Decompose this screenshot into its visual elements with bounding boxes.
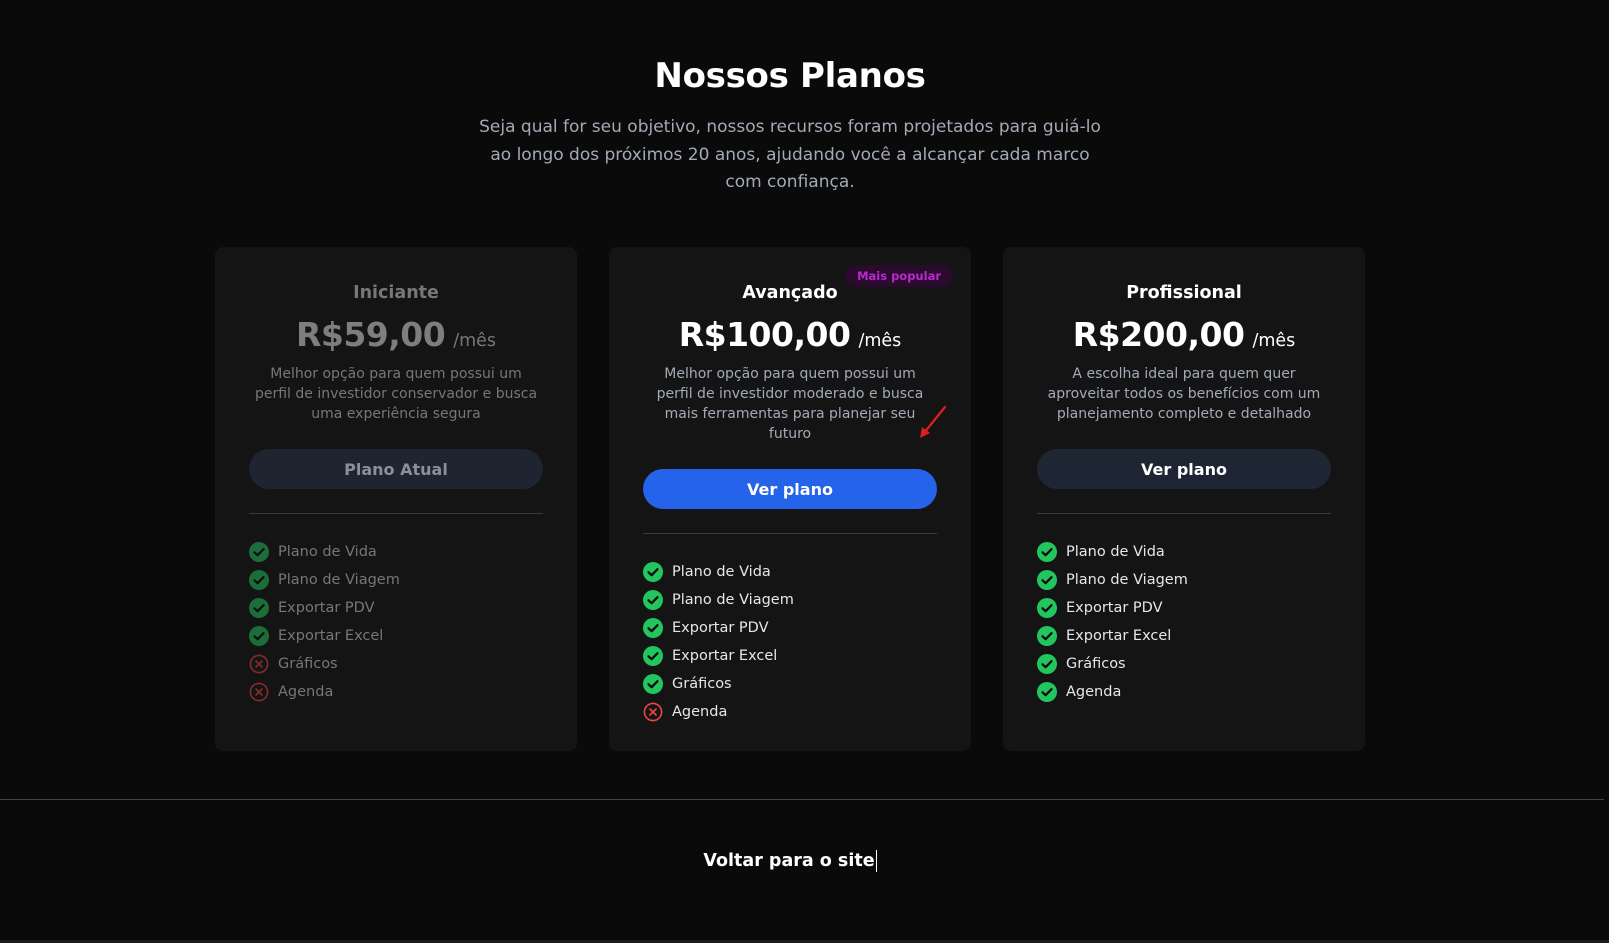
back-to-site-link[interactable]: Voltar para o site xyxy=(0,850,1580,872)
pricing-cards: Iniciante R$59,00 /mês Melhor opção para… xyxy=(215,247,1365,751)
feature-list: Plano de Vida Plano de Viagem Exportar PDV… xyxy=(249,538,543,706)
page-header: Nossos Planos Seja qual for seu objetivo… xyxy=(0,56,1580,197)
price-period: /mês xyxy=(858,331,902,351)
feature-label: Agenda xyxy=(278,684,334,700)
check-circle-icon xyxy=(643,618,663,638)
feature-item: Exportar Excel xyxy=(1037,622,1331,650)
feature-label: Plano de Viagem xyxy=(672,592,794,608)
check-circle-icon xyxy=(1037,626,1057,646)
feature-item: Agenda xyxy=(643,698,937,726)
price-period: /mês xyxy=(1252,331,1296,351)
feature-item: Agenda xyxy=(1037,678,1331,706)
feature-list: Plano de Vida Plano de Viagem Exportar PDV… xyxy=(1037,538,1331,706)
x-circle-icon xyxy=(643,702,663,722)
card-divider xyxy=(643,533,937,534)
view-plan-button-avancado[interactable]: Ver plano xyxy=(643,469,937,509)
plan-price: R$200,00 xyxy=(1072,315,1245,354)
feature-label: Gráficos xyxy=(1066,656,1126,672)
check-circle-icon xyxy=(249,570,269,590)
plan-description: Melhor opção para quem possui um perfil … xyxy=(254,366,538,422)
plan-name: Profissional xyxy=(1126,283,1242,303)
feature-item: Plano de Viagem xyxy=(249,566,543,594)
feature-label: Exportar Excel xyxy=(1066,628,1172,644)
feature-item: Gráficos xyxy=(1037,650,1331,678)
feature-item: Exportar PDV xyxy=(249,594,543,622)
feature-item: Plano de Viagem xyxy=(643,586,937,614)
feature-label: Plano de Vida xyxy=(278,544,377,560)
check-circle-icon xyxy=(1037,542,1057,562)
check-circle-icon xyxy=(643,646,663,666)
plan-price: R$59,00 xyxy=(295,315,446,354)
feature-label: Plano de Vida xyxy=(1066,544,1165,560)
price-row: R$200,00 /mês xyxy=(1037,315,1331,354)
feature-item: Exportar PDV xyxy=(643,614,937,642)
check-circle-icon xyxy=(249,598,269,618)
feature-label: Plano de Viagem xyxy=(278,572,400,588)
feature-label: Gráficos xyxy=(278,656,338,672)
feature-label: Exportar PDV xyxy=(278,600,375,616)
feature-label: Plano de Viagem xyxy=(1066,572,1188,588)
plan-name: Iniciante xyxy=(353,283,439,303)
check-circle-icon xyxy=(643,590,663,610)
plan-price: R$100,00 xyxy=(678,315,851,354)
feature-item: Agenda xyxy=(249,678,543,706)
footer-divider xyxy=(0,799,1604,800)
view-plan-button-profissional[interactable]: Ver plano xyxy=(1037,449,1331,489)
check-circle-icon xyxy=(1037,598,1057,618)
plan-description: A escolha ideal para quem quer aproveita… xyxy=(1047,366,1321,422)
feature-item: Plano de Vida xyxy=(249,538,543,566)
check-circle-icon xyxy=(1037,682,1057,702)
check-circle-icon xyxy=(1037,570,1057,590)
back-to-site-label: Voltar para o site xyxy=(703,851,875,871)
feature-item: Exportar Excel xyxy=(249,622,543,650)
plan-description: Melhor opção para quem possui um perfil … xyxy=(656,366,924,442)
feature-label: Exportar PDV xyxy=(672,620,769,636)
feature-label: Agenda xyxy=(672,704,728,720)
current-plan-button[interactable]: Plano Atual xyxy=(249,449,543,489)
plan-card-profissional: Profissional R$200,00 /mês A escolha ide… xyxy=(1003,247,1365,751)
feature-item: Plano de Vida xyxy=(1037,538,1331,566)
feature-item: Exportar Excel xyxy=(643,642,937,670)
popular-badge: Mais popular xyxy=(845,265,953,287)
card-divider xyxy=(1037,513,1331,514)
price-row: R$100,00 /mês xyxy=(643,315,937,354)
feature-label: Gráficos xyxy=(672,676,732,692)
price-period: /mês xyxy=(453,331,497,351)
feature-label: Exportar Excel xyxy=(278,628,384,644)
feature-item: Exportar PDV xyxy=(1037,594,1331,622)
check-circle-icon xyxy=(643,562,663,582)
plan-card-iniciante: Iniciante R$59,00 /mês Melhor opção para… xyxy=(215,247,577,751)
feature-item: Gráficos xyxy=(249,650,543,678)
page-title: Nossos Planos xyxy=(654,56,926,96)
feature-item: Gráficos xyxy=(643,670,937,698)
feature-list: Plano de Vida Plano de Viagem Exportar PDV… xyxy=(643,558,937,726)
page-subtitle: Seja qual for seu objetivo, nossos recur… xyxy=(479,117,1101,192)
check-circle-icon xyxy=(1037,654,1057,674)
x-circle-icon xyxy=(249,682,269,702)
feature-item: Plano de Vida xyxy=(643,558,937,586)
red-arrow-icon xyxy=(920,405,947,438)
text-cursor xyxy=(875,850,877,872)
feature-label: Exportar Excel xyxy=(672,648,778,664)
check-circle-icon xyxy=(249,542,269,562)
feature-label: Agenda xyxy=(1066,684,1122,700)
card-divider xyxy=(249,513,543,514)
check-circle-icon xyxy=(249,626,269,646)
feature-label: Exportar PDV xyxy=(1066,600,1163,616)
price-row: R$59,00 /mês xyxy=(249,315,543,354)
feature-item: Plano de Viagem xyxy=(1037,566,1331,594)
check-circle-icon xyxy=(643,674,663,694)
plan-card-avancado: Mais popular Avançado R$100,00 /mês Melh… xyxy=(609,247,971,751)
x-circle-icon xyxy=(249,654,269,674)
feature-label: Plano de Vida xyxy=(672,564,771,580)
